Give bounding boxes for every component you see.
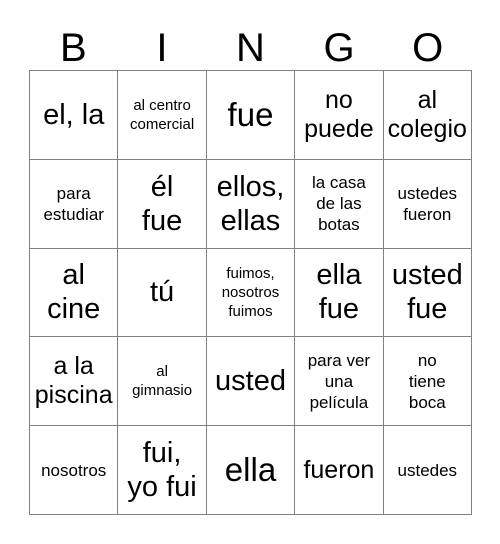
bingo-cell-text: para estudiar: [43, 183, 104, 224]
bingo-cell-text: el, la: [43, 98, 105, 131]
bingo-cell-text: no tiene boca: [408, 350, 446, 412]
bingo-cell-text: fueron: [303, 455, 375, 484]
bingo-cell-r1c4[interactable]: no puede: [295, 71, 384, 160]
bingo-cell-text: al cine: [47, 259, 101, 326]
bingo-cell-r1c2[interactable]: al centro comercial: [118, 71, 207, 160]
bingo-cell-r5c3[interactable]: ella: [206, 426, 296, 515]
bingo-cell-text: al centro comercial: [130, 96, 195, 133]
bingo-cell-text: él fue: [141, 170, 183, 237]
bingo-header-letter-g: G: [323, 26, 355, 70]
bingo-cell-text: al colegio: [387, 85, 467, 143]
bingo-cell-r1c5[interactable]: al colegio: [383, 71, 472, 160]
bingo-cell-text: ellos, ellas: [216, 170, 285, 237]
bingo-cell-text: tú: [150, 276, 175, 309]
bingo-cell-text: usted: [215, 365, 286, 398]
bingo-cell-r5c2[interactable]: fui, yo fui: [118, 426, 207, 515]
bingo-cell-r2c4[interactable]: la casa de las botas: [295, 159, 384, 249]
bingo-cell-r2c5[interactable]: ustedes fueron: [383, 159, 472, 249]
bingo-cell-r3c2[interactable]: tú: [118, 248, 207, 338]
bingo-cell-r2c3[interactable]: ellos, ellas: [206, 159, 296, 249]
bingo-header-letter-o: O: [412, 26, 444, 70]
bingo-cell-r4c1[interactable]: a la piscina: [30, 337, 119, 427]
bingo-cell-text: ustedes fueron: [397, 183, 458, 224]
bingo-grid: el, la al centro comercial fue no puede …: [29, 70, 472, 515]
bingo-cell-r1c3[interactable]: fue: [206, 71, 296, 160]
bingo-cell-text: la casa de las botas: [311, 173, 366, 235]
bingo-cell-r3c5[interactable]: usted fue: [383, 248, 472, 338]
bingo-cell-r5c1[interactable]: nosotros: [30, 426, 119, 515]
bingo-cell-r3c3[interactable]: fuimos, nosotros fuimos: [206, 248, 296, 338]
bingo-cell-r2c1[interactable]: para estudiar: [30, 159, 119, 249]
bingo-cell-r5c4[interactable]: fueron: [295, 426, 384, 515]
bingo-cell-r4c4[interactable]: para ver una película: [295, 337, 384, 427]
bingo-cell-text: para ver una película: [307, 350, 371, 412]
bingo-cell-text: nosotros: [41, 460, 107, 480]
bingo-header-row: B I N G O: [29, 18, 472, 70]
bingo-cell-r3c1[interactable]: al cine: [30, 248, 119, 338]
bingo-cell-r5c5[interactable]: ustedes: [383, 426, 472, 515]
bingo-cell-r3c4[interactable]: ella fue: [295, 248, 384, 338]
bingo-cell-text: a la piscina: [34, 352, 113, 410]
bingo-cell-text: al gimnasio: [132, 363, 193, 400]
bingo-card: B I N G O el, la al centro comercial fue…: [0, 0, 500, 544]
bingo-header-letter-b: B: [59, 26, 87, 70]
bingo-header-letter-n: N: [236, 26, 265, 70]
bingo-cell-text: usted fue: [391, 259, 463, 326]
bingo-cell-r4c5[interactable]: no tiene boca: [383, 337, 472, 427]
bingo-cell-r2c2[interactable]: él fue: [118, 159, 207, 249]
bingo-header-letter-i: I: [156, 26, 168, 70]
bingo-cell-text: no puede: [304, 85, 374, 143]
bingo-cell-text: ella: [224, 451, 277, 489]
bingo-cell-text: fui, yo fui: [127, 437, 197, 504]
bingo-cell-text: ustedes: [397, 460, 458, 480]
bingo-cell-r4c2[interactable]: al gimnasio: [118, 337, 207, 427]
bingo-cell-text: fue: [227, 95, 274, 133]
bingo-cell-text: fuimos, nosotros fuimos: [221, 264, 280, 320]
bingo-cell-text: ella fue: [316, 259, 362, 326]
bingo-cell-r4c3[interactable]: usted: [206, 337, 296, 427]
bingo-cell-r1c1[interactable]: el, la: [30, 71, 119, 160]
